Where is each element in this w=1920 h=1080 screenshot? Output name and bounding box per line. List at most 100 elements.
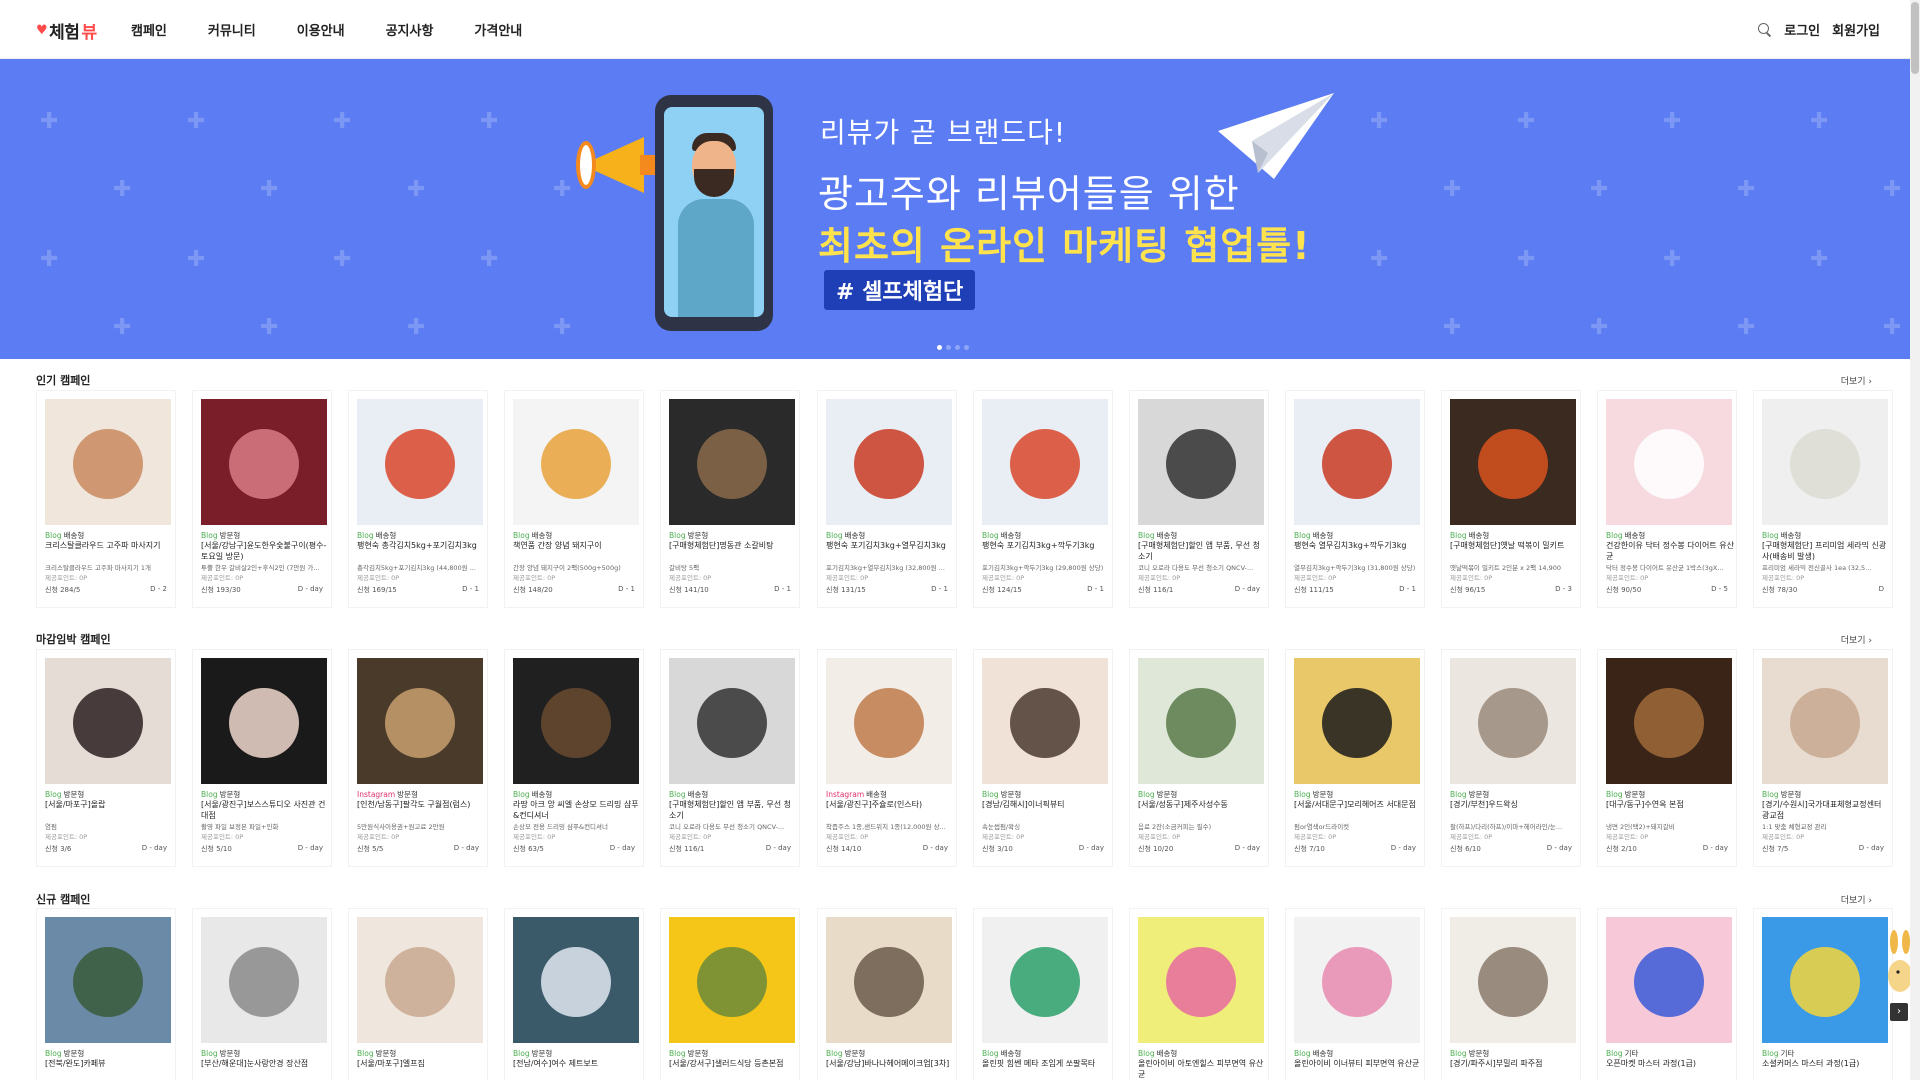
- campaign-card[interactable]: Blog 기타 오픈마켓 마스터 과정(1급): [1597, 908, 1737, 1080]
- campaign-title[interactable]: [서울/강남구]윤도한우숯불구이(평수-토요일 방문): [201, 541, 329, 563]
- carousel-next-button[interactable]: ›: [1890, 1003, 1908, 1021]
- campaign-title[interactable]: [구매형체험단]할인 앱 부품, 무선 청소기: [1138, 541, 1266, 563]
- campaign-card[interactable]: Blog 방문형 [구매형체험단]명동관 소갈비탕 갈비탕 5팩 제공포인트: 0P 신청…: [660, 390, 800, 608]
- campaign-title[interactable]: [서울/성동구]제주사성수동: [1138, 800, 1266, 811]
- campaign-title[interactable]: [경남/김해시]이너픽뷰티: [982, 800, 1110, 811]
- campaign-thumbnail[interactable]: [201, 399, 327, 525]
- campaign-card[interactable]: Blog 방문형 [전북/완도]카페뷰: [36, 908, 176, 1080]
- campaign-title[interactable]: 팽현숙 열무김치3kg+깍두기3kg: [1294, 541, 1422, 552]
- campaign-thumbnail[interactable]: [1294, 658, 1420, 784]
- campaign-title[interactable]: [서울/마포구]올랍: [45, 800, 173, 811]
- campaign-thumbnail[interactable]: [1138, 399, 1264, 525]
- campaign-card[interactable]: Blog 방문형 [경기/부천]우드왁싱 팔(하프)/다리(하프)/이마+헤어라인/눈…: [1441, 649, 1581, 867]
- campaign-title[interactable]: 올린핏 힘쎈 메타 조임게 쏘팔목타: [982, 1059, 1110, 1070]
- campaign-title[interactable]: [서울/서대문구]모리헤어즈 서대문점: [1294, 800, 1422, 811]
- more-link-popular[interactable]: 더보기 ›: [1841, 374, 1872, 387]
- campaign-title[interactable]: 라땅 아크 앙 씨엘 손상모 드리밍 샴푸&컨디셔너: [513, 800, 641, 822]
- campaign-thumbnail[interactable]: [826, 658, 952, 784]
- campaign-thumbnail[interactable]: [357, 658, 483, 784]
- scrollbar-thumb[interactable]: [1911, 2, 1919, 74]
- campaign-card[interactable]: Blog 방문형 [서울/서대문구]모리헤어즈 서대문점 펌or염색or드라이컷 제공포…: [1285, 649, 1425, 867]
- banner-dot[interactable]: [937, 345, 942, 350]
- campaign-card[interactable]: Blog 배송형 [구매형체험단]옛날 떡볶이 밀키트 옛날떡볶이 밀키트 2인분 x…: [1441, 390, 1581, 608]
- campaign-thumbnail[interactable]: [1138, 658, 1264, 784]
- campaign-card[interactable]: Blog 배송형 올린아이비 아토엔힐스 피부면역 유산균: [1129, 908, 1269, 1080]
- campaign-thumbnail[interactable]: [669, 917, 795, 1043]
- campaign-card[interactable]: Blog 배송형 [구매형체험단]할인 앱 부품, 무선 청소기 코니 오로라 다용도…: [1129, 390, 1269, 608]
- campaign-card[interactable]: Blog 배송형 팽현숙 포기김치3kg+깍두기3kg 포기김치3kg+깍두기3kg …: [973, 390, 1113, 608]
- campaign-card[interactable]: Blog 배송형 [구매형체험단] 프리미엄 세라믹 신광사(배송비 발생) 프리미엄…: [1753, 390, 1893, 608]
- campaign-card[interactable]: Blog 방문형 [대구/동구]수연옥 본점 냉면 2인(택2)+돼지갈비 제공포인트:…: [1597, 649, 1737, 867]
- campaign-card[interactable]: Blog 방문형 [서울/강남구]윤도한우숯불구이(평수-토요일 방문) 투뿔 한우 …: [192, 390, 332, 608]
- campaign-thumbnail[interactable]: [513, 658, 639, 784]
- campaign-title[interactable]: [경기/파주시]부밀리 파주점: [1450, 1059, 1578, 1070]
- nav-guide[interactable]: 이용안내: [297, 20, 345, 39]
- nav-community[interactable]: 커뮤니티: [208, 20, 256, 39]
- campaign-title[interactable]: 오픈마켓 마스터 과정(1급): [1606, 1059, 1734, 1070]
- signup-link[interactable]: 회원가입: [1832, 20, 1880, 39]
- campaign-title[interactable]: [서울/강서구]샐러드식당 등촌본점: [669, 1059, 797, 1070]
- campaign-thumbnail[interactable]: [1450, 658, 1576, 784]
- banner-dot[interactable]: [964, 345, 969, 350]
- campaign-title[interactable]: 팽현숙 포기김치3kg+깍두기3kg: [982, 541, 1110, 552]
- campaign-thumbnail[interactable]: [513, 917, 639, 1043]
- campaign-card[interactable]: Blog 배송형 라땅 아크 앙 씨엘 손상모 드리밍 샴푸&컨디셔너 손상모 전용 …: [504, 649, 644, 867]
- campaign-card[interactable]: Blog 배송형 팽현숙 총각김치5kg+포기김치3kg 총각김치5kg+포기김치3k…: [348, 390, 488, 608]
- campaign-title[interactable]: [구매형체험단]옛날 떡볶이 밀키트: [1450, 541, 1578, 552]
- campaign-thumbnail[interactable]: [1294, 917, 1420, 1043]
- campaign-card[interactable]: Blog 기타 소셜커머스 마스터 과정(1급): [1753, 908, 1893, 1080]
- campaign-title[interactable]: [대구/동구]수연옥 본점: [1606, 800, 1734, 811]
- rabbit-mascot-icon[interactable]: [1880, 928, 1910, 998]
- campaign-title[interactable]: [구매형체험단] 프리미엄 세라믹 신광사(배송비 발생): [1762, 541, 1890, 563]
- campaign-thumbnail[interactable]: [1606, 399, 1732, 525]
- nav-campaign[interactable]: 캠페인: [131, 20, 167, 39]
- campaign-thumbnail[interactable]: [1762, 658, 1888, 784]
- campaign-title[interactable]: [경기/부천]우드왁싱: [1450, 800, 1578, 811]
- campaign-title[interactable]: [경기/수원시]국가대표체형교정센터 광교점: [1762, 800, 1890, 822]
- campaign-card[interactable]: Blog 방문형 [서울/강남]바나나헤어메이크업[3차]: [817, 908, 957, 1080]
- hero-banner[interactable]: ✚ ✚ ✚ ✚ ✚ ✚ ✚ ✚ ✚ ✚ ✚ ✚ ✚ ✚ ✚ ✚ ✚ ✚ ✚ ✚ ✚ ✚ ✚ ✚ ✚ ✚ ✚ ✚ ✚ ✚ ✚ ✚ 리뷰가 곧 브…: [0, 59, 1910, 359]
- campaign-title[interactable]: [서울/광진구]보스스튜디오 사진관 건대점: [201, 800, 329, 822]
- campaign-thumbnail[interactable]: [1762, 399, 1888, 525]
- banner-dot[interactable]: [946, 345, 951, 350]
- campaign-card[interactable]: Blog 배송형 크리스탈클라우드 고주파 마사지기 크리스탈클라우드 고주파 마사지…: [36, 390, 176, 608]
- campaign-thumbnail[interactable]: [45, 658, 171, 784]
- campaign-card[interactable]: Blog 방문형 [경남/김해시]이너픽뷰티 속눈썹펌/왁싱 제공포인트: 0P 신청 3…: [973, 649, 1113, 867]
- campaign-card[interactable]: Blog 방문형 [서울/마포구]엘프짐: [348, 908, 488, 1080]
- campaign-card[interactable]: Blog 방문형 [서울/광진구]보스스튜디오 사진관 건대점 촬영 파일 보정본 파…: [192, 649, 332, 867]
- campaign-card[interactable]: Blog 배송형 올린핏 힘쎈 메타 조임게 쏘팔목타: [973, 908, 1113, 1080]
- campaign-card[interactable]: Blog 배송형 책연품 간장 양념 돼지구이 간장 양념 돼지구이 2팩(500g+…: [504, 390, 644, 608]
- campaign-thumbnail[interactable]: [357, 399, 483, 525]
- scrollbar[interactable]: [1910, 0, 1920, 1080]
- campaign-thumbnail[interactable]: [513, 399, 639, 525]
- campaign-thumbnail[interactable]: [826, 399, 952, 525]
- campaign-thumbnail[interactable]: [982, 658, 1108, 784]
- campaign-thumbnail[interactable]: [826, 917, 952, 1043]
- campaign-title[interactable]: 책연품 간장 양념 돼지구이: [513, 541, 641, 552]
- campaign-card[interactable]: Instagram 방문형 [인천/남동구]팔각도 구월점(럼스) 5만원식사이용권+…: [348, 649, 488, 867]
- campaign-thumbnail[interactable]: [1450, 917, 1576, 1043]
- campaign-card[interactable]: Instagram 배송형 [서울/광진구]주슐로(인스타) 착즙주스 1종,샌드위치…: [817, 649, 957, 867]
- campaign-title[interactable]: 크리스탈클라우드 고주파 마사지기: [45, 541, 173, 552]
- campaign-title[interactable]: [서울/강남]바나나헤어메이크업[3차]: [826, 1059, 954, 1070]
- login-link[interactable]: 로그인: [1784, 20, 1820, 39]
- more-link-closing[interactable]: 더보기 ›: [1841, 633, 1872, 646]
- campaign-title[interactable]: [구매형체험단]할인 앱 부품, 무선 청소기: [669, 800, 797, 822]
- campaign-card[interactable]: Blog 방문형 [경기/수원시]국가대표체형교정센터 광교점 1:1 맞춤 체형교정…: [1753, 649, 1893, 867]
- campaign-title[interactable]: 건강한이유 닥터 정수봉 다이어트 유산균: [1606, 541, 1734, 563]
- campaign-title[interactable]: [서울/광진구]주슐로(인스타): [826, 800, 954, 811]
- campaign-thumbnail[interactable]: [357, 917, 483, 1043]
- campaign-thumbnail[interactable]: [45, 917, 171, 1043]
- campaign-thumbnail[interactable]: [1294, 399, 1420, 525]
- campaign-title[interactable]: [부산/해운대]눈사랑안경 장산점: [201, 1059, 329, 1070]
- campaign-thumbnail[interactable]: [1138, 917, 1264, 1043]
- campaign-card[interactable]: Blog 방문형 [경기/파주시]부밀리 파주점: [1441, 908, 1581, 1080]
- campaign-title[interactable]: 소셜커머스 마스터 과정(1급): [1762, 1059, 1890, 1070]
- campaign-title[interactable]: [구매형체험단]명동관 소갈비탕: [669, 541, 797, 552]
- campaign-card[interactable]: Blog 방문형 [서울/성동구]제주사성수동 음료 2잔(소금커피는 필수) 제공포인…: [1129, 649, 1269, 867]
- more-link-new[interactable]: 더보기 ›: [1841, 893, 1872, 906]
- campaign-card[interactable]: Blog 방문형 [부산/해운대]눈사랑안경 장산점: [192, 908, 332, 1080]
- campaign-thumbnail[interactable]: [201, 917, 327, 1043]
- campaign-title[interactable]: [인천/남동구]팔각도 구월점(럼스): [357, 800, 485, 811]
- campaign-title[interactable]: 팽현숙 포기김치3kg+열무김치3kg: [826, 541, 954, 552]
